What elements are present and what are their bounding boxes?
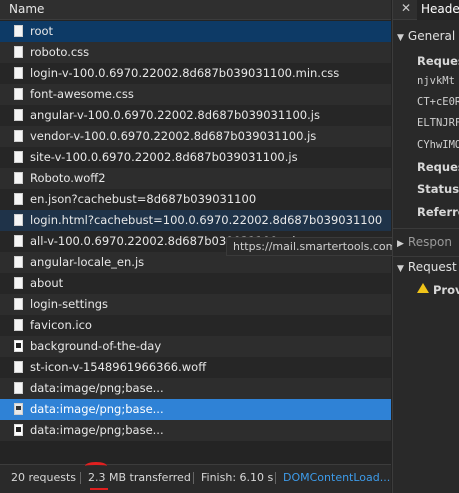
request-name: angular-locale_en.js (30, 255, 145, 269)
document-icon (14, 361, 23, 373)
request-row[interactable]: Roboto.woff2 (0, 168, 391, 189)
request-name: login.html?cachebust=100.0.6970.22002.8d… (30, 213, 383, 227)
network-status-bar: 20 requests 2.3 MB transferred Finish: 6… (0, 464, 391, 493)
document-icon (14, 319, 23, 331)
triangle-right-icon: ▶ (397, 239, 404, 249)
image-icon (14, 403, 23, 415)
request-row[interactable]: favicon.ico (0, 315, 391, 336)
status-divider (275, 472, 276, 484)
image-icon (14, 340, 23, 352)
request-name: login-settings (30, 297, 109, 311)
request-name: root (30, 24, 54, 38)
response-headers-toggle[interactable]: ▶ Respon (397, 235, 452, 249)
provisional-headers-warning: Prov (433, 283, 459, 297)
request-name: en.json?cachebust=8d687b039031100 (30, 192, 257, 206)
tab-headers[interactable]: Heade (417, 0, 459, 20)
request-name: st-icon-v-1548961966366.woff (30, 360, 207, 374)
dom-content-loaded: DOMContentLoad... (283, 471, 391, 484)
transferred-size: 2.3 MB transferred (88, 471, 191, 484)
request-row[interactable]: data:image/png;base... (0, 378, 391, 399)
document-icon (14, 172, 23, 184)
document-icon (14, 109, 23, 121)
request-row[interactable]: login-settings (0, 294, 391, 315)
url-value-line: njvkMt (417, 75, 455, 87)
request-name: data:image/png;base... (30, 402, 164, 416)
triangle-down-icon: ▼ (397, 33, 404, 43)
document-icon (14, 214, 23, 226)
section-label: General (407, 29, 456, 43)
document-icon (14, 235, 23, 247)
document-icon (14, 256, 23, 268)
request-row[interactable]: font-awesome.css (0, 84, 391, 105)
red-annotation-mark (85, 462, 107, 470)
url-value-line: CYhwIMO (417, 139, 459, 151)
close-icon[interactable]: ✕ (401, 1, 411, 15)
finish-time: Finish: 6.10 s (201, 471, 274, 484)
document-icon (14, 130, 23, 142)
document-icon (14, 382, 23, 394)
request-row-selected[interactable]: data:image/png;base... (0, 399, 391, 420)
document-icon (14, 193, 23, 205)
status-divider (80, 472, 81, 484)
section-label: Respon (407, 235, 452, 249)
request-row[interactable]: site-v-100.0.6970.22002.8d687b039031100.… (0, 147, 391, 168)
request-method-key: Request (417, 160, 459, 174)
request-count: 20 requests (11, 471, 77, 484)
request-name: data:image/png;base... (30, 381, 164, 395)
document-icon (14, 277, 23, 289)
image-icon (14, 424, 23, 436)
document-icon (14, 67, 23, 79)
request-row[interactable]: angular-v-100.0.6970.22002.8d687b0390311… (0, 105, 391, 126)
request-name: about (30, 276, 64, 290)
document-icon (14, 298, 23, 310)
url-value-line: ELTNJRF (417, 117, 459, 129)
request-name: favicon.ico (30, 318, 92, 332)
request-row[interactable]: roboto.css (0, 42, 391, 63)
document-icon (14, 25, 23, 37)
request-url-key: Request (417, 54, 459, 68)
request-row[interactable]: st-icon-v-1548961966366.woff (0, 357, 391, 378)
request-details-panel: ✕ Heade ▼General Request njvkMt CT+cE0R … (392, 0, 459, 493)
request-headers-toggle[interactable]: ▼ Request (397, 260, 457, 274)
section-divider (393, 228, 459, 229)
section-divider (393, 256, 459, 257)
request-name: angular-v-100.0.6970.22002.8d687b0390311… (30, 108, 320, 122)
name-column-header[interactable]: Name (0, 0, 391, 20)
status-divider (193, 472, 194, 484)
request-name: vendor-v-100.0.6970.22002.8d687b03903110… (30, 129, 317, 143)
triangle-down-icon: ▼ (397, 264, 404, 274)
request-name: roboto.css (30, 45, 90, 59)
request-name: Roboto.woff2 (30, 171, 106, 185)
general-section-toggle[interactable]: ▼ General (397, 29, 455, 43)
request-name: login-v-100.0.6970.22002.8d687b039031100… (30, 66, 340, 80)
request-name: background-of-the-day (30, 339, 162, 353)
request-row[interactable]: root (0, 21, 391, 42)
document-icon (14, 46, 23, 58)
request-name: site-v-100.0.6970.22002.8d687b039031100.… (30, 150, 298, 164)
request-row[interactable]: login.html?cachebust=100.0.6970.22002.8d… (0, 210, 391, 231)
request-row[interactable]: en.json?cachebust=8d687b039031100 (0, 189, 391, 210)
request-row[interactable]: about (0, 273, 391, 294)
document-icon (14, 151, 23, 163)
document-icon (14, 88, 23, 100)
request-name: data:image/png;base... (30, 423, 164, 437)
request-name: font-awesome.css (30, 87, 134, 101)
referrer-key: Referrer (417, 205, 459, 219)
request-row[interactable]: data:image/png;base... (0, 420, 391, 441)
request-row[interactable]: login-v-100.0.6970.22002.8d687b039031100… (0, 63, 391, 84)
request-row[interactable]: background-of-the-day (0, 336, 391, 357)
url-value-line: CT+cE0R (417, 96, 459, 108)
status-code-key: Status C (417, 182, 459, 196)
request-row[interactable]: vendor-v-100.0.6970.22002.8d687b03903110… (0, 126, 391, 147)
red-annotation-underline (90, 488, 108, 490)
warning-icon (417, 283, 429, 293)
column-header-label: Name (9, 2, 45, 16)
details-tabbar: ✕ Heade (393, 0, 459, 20)
section-label: Request (407, 260, 457, 274)
